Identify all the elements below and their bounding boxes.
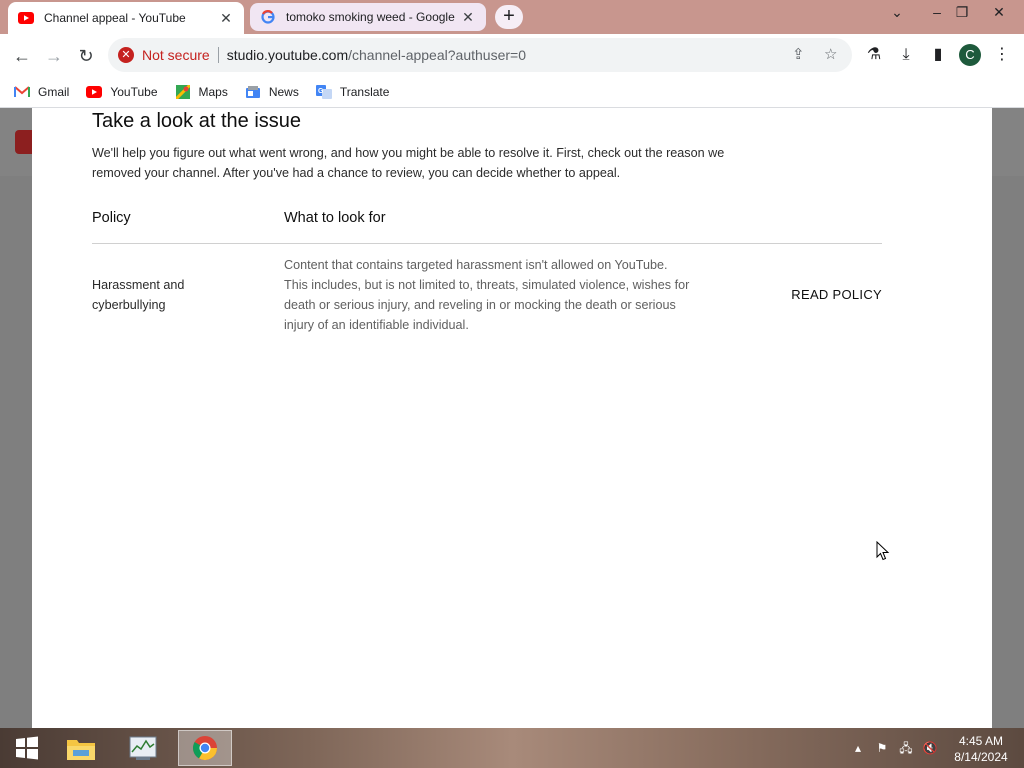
download-icon[interactable]: ⤓ bbox=[894, 43, 918, 67]
appeal-dialog: Take a look at the issue We'll help you … bbox=[32, 108, 992, 728]
show-hidden-icons-icon[interactable]: ▴ bbox=[850, 728, 866, 768]
page-content: Take a look at the issue We'll help you … bbox=[0, 108, 1024, 728]
translate-icon: G bbox=[315, 84, 332, 99]
action-center-flag-icon[interactable]: ⚑ bbox=[872, 728, 892, 768]
tab-title: Channel appeal - YouTube bbox=[44, 11, 186, 25]
file-explorer-icon[interactable] bbox=[54, 730, 108, 766]
clock-time: 4:45 AM bbox=[958, 734, 1004, 748]
table-divider bbox=[92, 243, 882, 244]
tab-title: tomoko smoking weed - Google bbox=[286, 10, 455, 24]
share-icon[interactable]: ⇪ bbox=[792, 38, 805, 72]
column-header-policy: Policy bbox=[92, 210, 131, 226]
policy-description: Content that contains targeted harassmen… bbox=[284, 258, 690, 332]
browser-toolbar: ← → ↻ ✕ Not secure studio.youtube.com/ch… bbox=[0, 34, 1024, 76]
not-secure-icon[interactable]: ✕ bbox=[118, 47, 134, 63]
bookmark-label: News bbox=[268, 84, 299, 99]
tab-strip: Channel appeal - YouTube ✕ tomoko smokin… bbox=[0, 0, 1024, 34]
close-window-icon[interactable]: ✕ bbox=[982, 0, 1016, 26]
url-host: studio.youtube.com bbox=[226, 47, 349, 63]
back-icon[interactable]: ← bbox=[8, 42, 36, 70]
tab-google-search[interactable]: tomoko smoking weed - Google ✕ bbox=[250, 3, 486, 31]
bookmark-youtube[interactable]: YouTube bbox=[86, 84, 158, 99]
bookmark-news[interactable]: News bbox=[245, 85, 299, 99]
url-path: /channel-appeal?authuser=0 bbox=[348, 47, 526, 63]
close-tab-icon[interactable]: ✕ bbox=[218, 10, 234, 26]
chrome-icon[interactable] bbox=[178, 730, 232, 766]
dialog-heading: Take a look at the issue bbox=[92, 110, 302, 132]
svg-text:G: G bbox=[318, 88, 324, 95]
google-icon bbox=[260, 9, 276, 25]
clock-date: 8/14/2024 bbox=[954, 750, 1008, 764]
maps-icon bbox=[175, 84, 191, 99]
system-clock[interactable]: 4:45 AM 8/14/2024 bbox=[946, 733, 1016, 765]
gmail-icon bbox=[14, 85, 30, 99]
column-header-what-to-look-for: What to look for bbox=[284, 210, 386, 226]
divider bbox=[217, 47, 219, 63]
dialog-intro: We'll help you figure out what went wron… bbox=[92, 146, 725, 180]
url-text[interactable]: studio.youtube.com/channel-appeal?authus… bbox=[227, 47, 526, 63]
reload-icon[interactable]: ↻ bbox=[72, 42, 100, 70]
profile-avatar[interactable]: C bbox=[959, 44, 981, 66]
forward-icon[interactable]: → bbox=[40, 42, 68, 70]
bookmark-gmail[interactable]: Gmail bbox=[14, 85, 69, 99]
task-manager-icon[interactable] bbox=[116, 730, 170, 766]
start-icon[interactable] bbox=[0, 730, 54, 766]
read-policy-button[interactable]: READ POLICY bbox=[791, 287, 882, 302]
mouse-cursor-icon bbox=[876, 541, 890, 561]
bookmark-star-icon[interactable]: ☆ bbox=[824, 38, 837, 72]
bookmark-label: Maps bbox=[198, 84, 228, 99]
restore-icon[interactable]: ❐ bbox=[945, 0, 979, 26]
bookmarks-bar: Gmail YouTube Maps News G Translate bbox=[0, 76, 1024, 108]
news-icon bbox=[245, 85, 261, 99]
network-icon[interactable]: 🖧 bbox=[896, 728, 916, 768]
bookmark-label: Gmail bbox=[38, 84, 70, 99]
bookmark-label: YouTube bbox=[110, 84, 158, 99]
tab-search-icon[interactable]: ⌄ bbox=[880, 0, 914, 26]
address-bar[interactable]: ✕ Not secure studio.youtube.com/channel-… bbox=[108, 38, 852, 72]
security-label[interactable]: Not secure bbox=[142, 47, 210, 63]
volume-muted-icon[interactable]: 🔇 bbox=[920, 728, 940, 768]
policy-name: Harassment and cyberbullying bbox=[92, 278, 185, 312]
bookmark-label: Translate bbox=[339, 84, 390, 99]
side-panel-icon[interactable]: ▮ bbox=[926, 43, 950, 67]
bookmark-maps[interactable]: Maps bbox=[175, 84, 228, 99]
youtube-icon bbox=[18, 10, 34, 26]
youtube-icon bbox=[86, 85, 103, 99]
windows-taskbar: ▴ ⚑ 🖧 🔇 4:45 AM 8/14/2024 bbox=[0, 728, 1024, 768]
close-tab-icon[interactable]: ✕ bbox=[460, 9, 476, 25]
tab-channel-appeal[interactable]: Channel appeal - YouTube ✕ bbox=[8, 2, 244, 34]
menu-kebab-icon[interactable]: ⋮ bbox=[990, 43, 1014, 67]
labs-flask-icon[interactable]: ⚗ bbox=[862, 43, 886, 67]
new-tab-button[interactable]: + bbox=[495, 5, 523, 29]
bookmark-translate[interactable]: G Translate bbox=[315, 84, 390, 99]
